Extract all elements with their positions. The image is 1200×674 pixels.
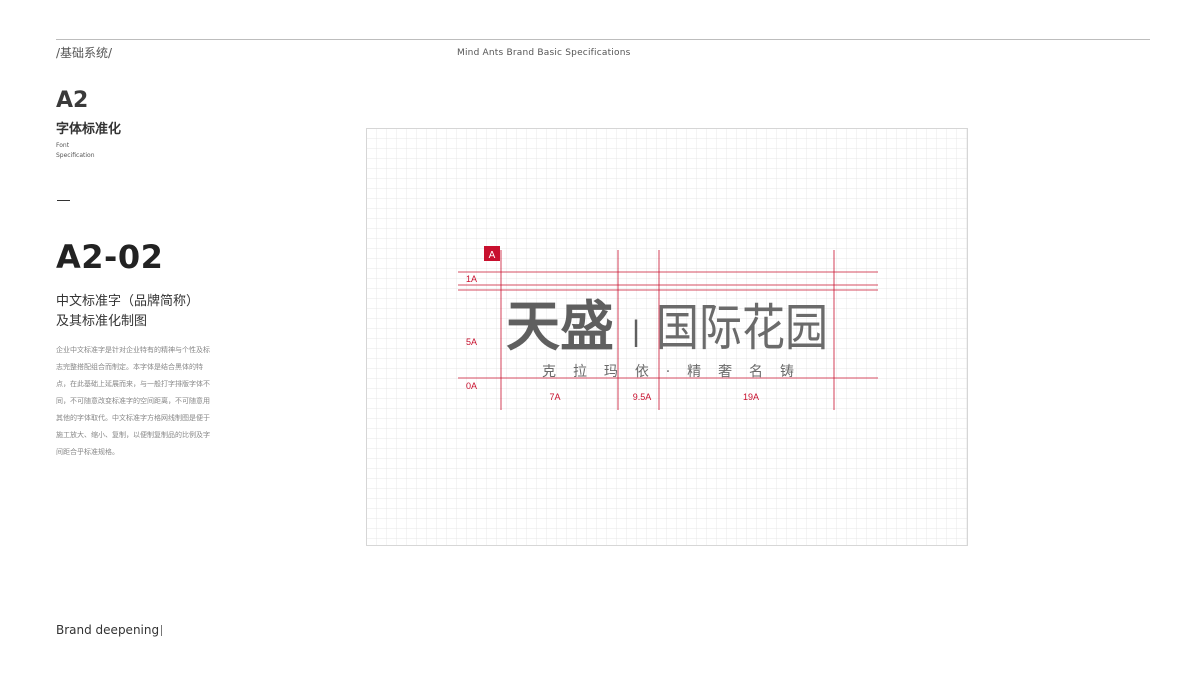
row-label-top: 1A	[466, 274, 477, 284]
chapter-subtitle-line2: Specification	[56, 152, 95, 159]
section-label: /基础系统/	[56, 46, 113, 60]
brand-separator: |	[632, 315, 640, 348]
page-heading-line2: 及其标准化制图	[56, 314, 148, 329]
grid-canvas: A 1A 5A 0A 7A 9.5A 19A 天盛 | 国际花园 克 拉 玛 依…	[366, 128, 968, 546]
row-label-middle: 5A	[466, 337, 477, 347]
footer-brand-text: Brand deepening	[56, 623, 160, 637]
page-code: A2-02	[56, 238, 164, 276]
footer-brand: Brand deepening	[56, 623, 163, 637]
col-label-right: 19A	[743, 392, 759, 402]
brand-tagline: 克 拉 玛 依 · 精 奢 名 铸	[542, 364, 794, 380]
chapter-subtitle-line1: Font	[56, 142, 70, 149]
chapter-code: A2	[56, 88, 89, 113]
brand-name-right: 国际花园	[656, 299, 828, 357]
divider-dash	[57, 200, 70, 201]
row-label-bottom: 0A	[466, 381, 477, 391]
page-description: 企业中文标准字是针对企业特有的精神与个性及标志完整搭配组合而制定。本字体是结合黑…	[56, 346, 210, 456]
col-label-middle: 9.5A	[633, 392, 652, 402]
unit-marker: A	[489, 250, 496, 261]
chapter-title: 字体标准化	[56, 122, 122, 137]
grid-diagram: A 1A 5A 0A 7A 9.5A 19A 天盛 | 国际花园 克 拉 玛 依…	[366, 128, 968, 546]
chapter-subtitle: Font Specification	[56, 141, 95, 161]
header-rule	[56, 39, 1150, 40]
brand-name-left: 天盛	[506, 294, 614, 358]
page-heading-line1: 中文标准字（品牌简称）	[56, 294, 200, 309]
header-title: Mind Ants Brand Basic Specifications	[457, 48, 631, 58]
col-label-left: 7A	[549, 392, 560, 402]
page-heading: 中文标准字（品牌简称） 及其标准化制图	[56, 292, 236, 332]
footer-cursor-bar	[161, 625, 163, 636]
